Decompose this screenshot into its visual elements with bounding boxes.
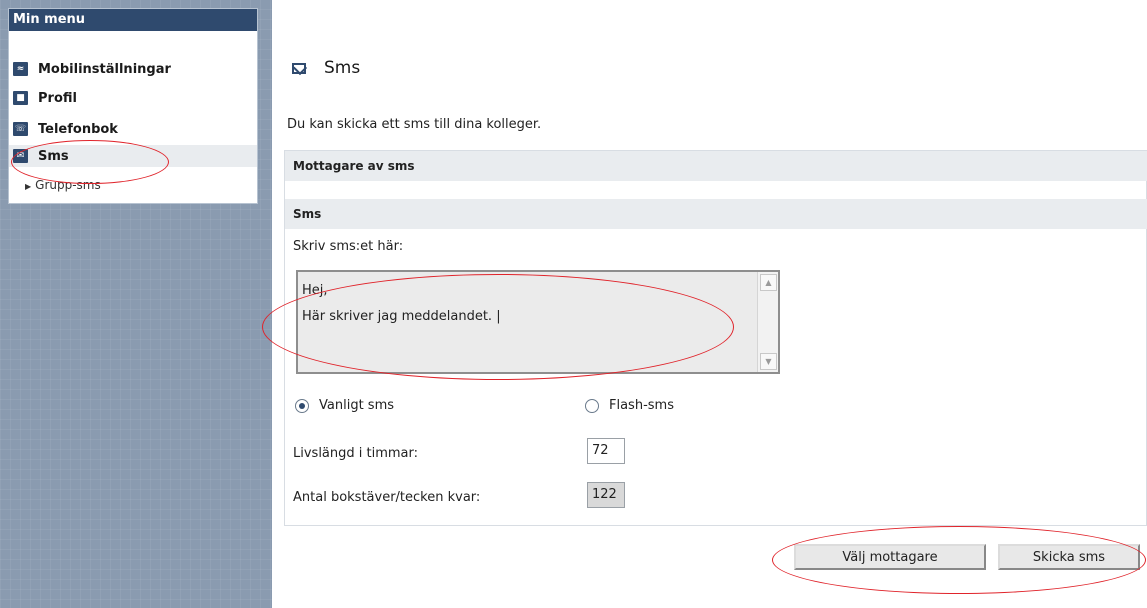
- textarea-scrollbar[interactable]: ▲ ▼: [757, 272, 778, 372]
- phonebook-icon: ☏: [13, 122, 28, 136]
- profile-icon: ■: [13, 91, 28, 105]
- sidebar-item-sms[interactable]: ✉ Sms: [9, 145, 257, 167]
- sidebar-subitem-label: Grupp-sms: [35, 178, 101, 192]
- intro-text: Du kan skicka ett sms till dina kolleger…: [287, 117, 542, 132]
- bullet-arrow-icon: ▶: [25, 182, 32, 191]
- page-title-text: Sms: [324, 58, 361, 78]
- radio-unselected-icon: [585, 398, 599, 413]
- sidebar-subitem-grupp-sms[interactable]: ▶ Grupp-sms: [25, 178, 101, 192]
- scroll-up-icon[interactable]: ▲: [760, 274, 777, 291]
- radio-selected-icon: [295, 398, 309, 413]
- sidebar-item-label: Sms: [38, 148, 69, 164]
- page-title: Sms: [292, 58, 360, 78]
- section-recipients[interactable]: Mottagare av sms: [285, 151, 1147, 181]
- envelope-icon: ✉: [13, 149, 28, 163]
- mobile-settings-icon: ≈: [13, 62, 28, 76]
- chars-left-field: 122: [587, 482, 625, 508]
- radio-flash-label: Flash-sms: [609, 398, 674, 413]
- radio-flash-sms[interactable]: Flash-sms: [585, 398, 674, 413]
- sidebar-item-label: Profil: [38, 90, 77, 106]
- main-menu: Min menu ≈ Mobilinställningar ■ Profil ☏…: [8, 8, 258, 204]
- section-sms: Sms: [285, 199, 1147, 229]
- radio-normal-sms[interactable]: Vanligt sms: [295, 398, 394, 413]
- sidebar-item-label: Mobilinställningar: [38, 61, 171, 77]
- sidebar-item-telefonbok[interactable]: ☏ Telefonbok: [13, 118, 118, 140]
- sidebar-item-profil[interactable]: ■ Profil: [13, 87, 77, 109]
- send-sms-button[interactable]: Skicka sms: [998, 544, 1140, 570]
- envelope-icon: [292, 62, 306, 74]
- message-textarea-wrapper: Hej, Här skriver jag meddelandet. | ▲ ▼: [296, 270, 780, 374]
- sidebar-item-label: Telefonbok: [38, 121, 118, 137]
- choose-recipients-button[interactable]: Välj mottagare: [794, 544, 986, 570]
- lifetime-input[interactable]: 72: [587, 438, 625, 464]
- menu-title: Min menu: [9, 9, 257, 31]
- scroll-down-icon[interactable]: ▼: [760, 353, 777, 370]
- message-textarea[interactable]: Hej, Här skriver jag meddelandet. |: [298, 272, 758, 372]
- lifetime-label: Livslängd i timmar:: [293, 446, 419, 461]
- chars-left-label: Antal bokstäver/tecken kvar:: [293, 490, 481, 505]
- message-label: Skriv sms:et här:: [293, 239, 404, 254]
- radio-normal-label: Vanligt sms: [319, 398, 395, 413]
- sidebar-item-mobilinstallningar[interactable]: ≈ Mobilinställningar: [13, 58, 171, 80]
